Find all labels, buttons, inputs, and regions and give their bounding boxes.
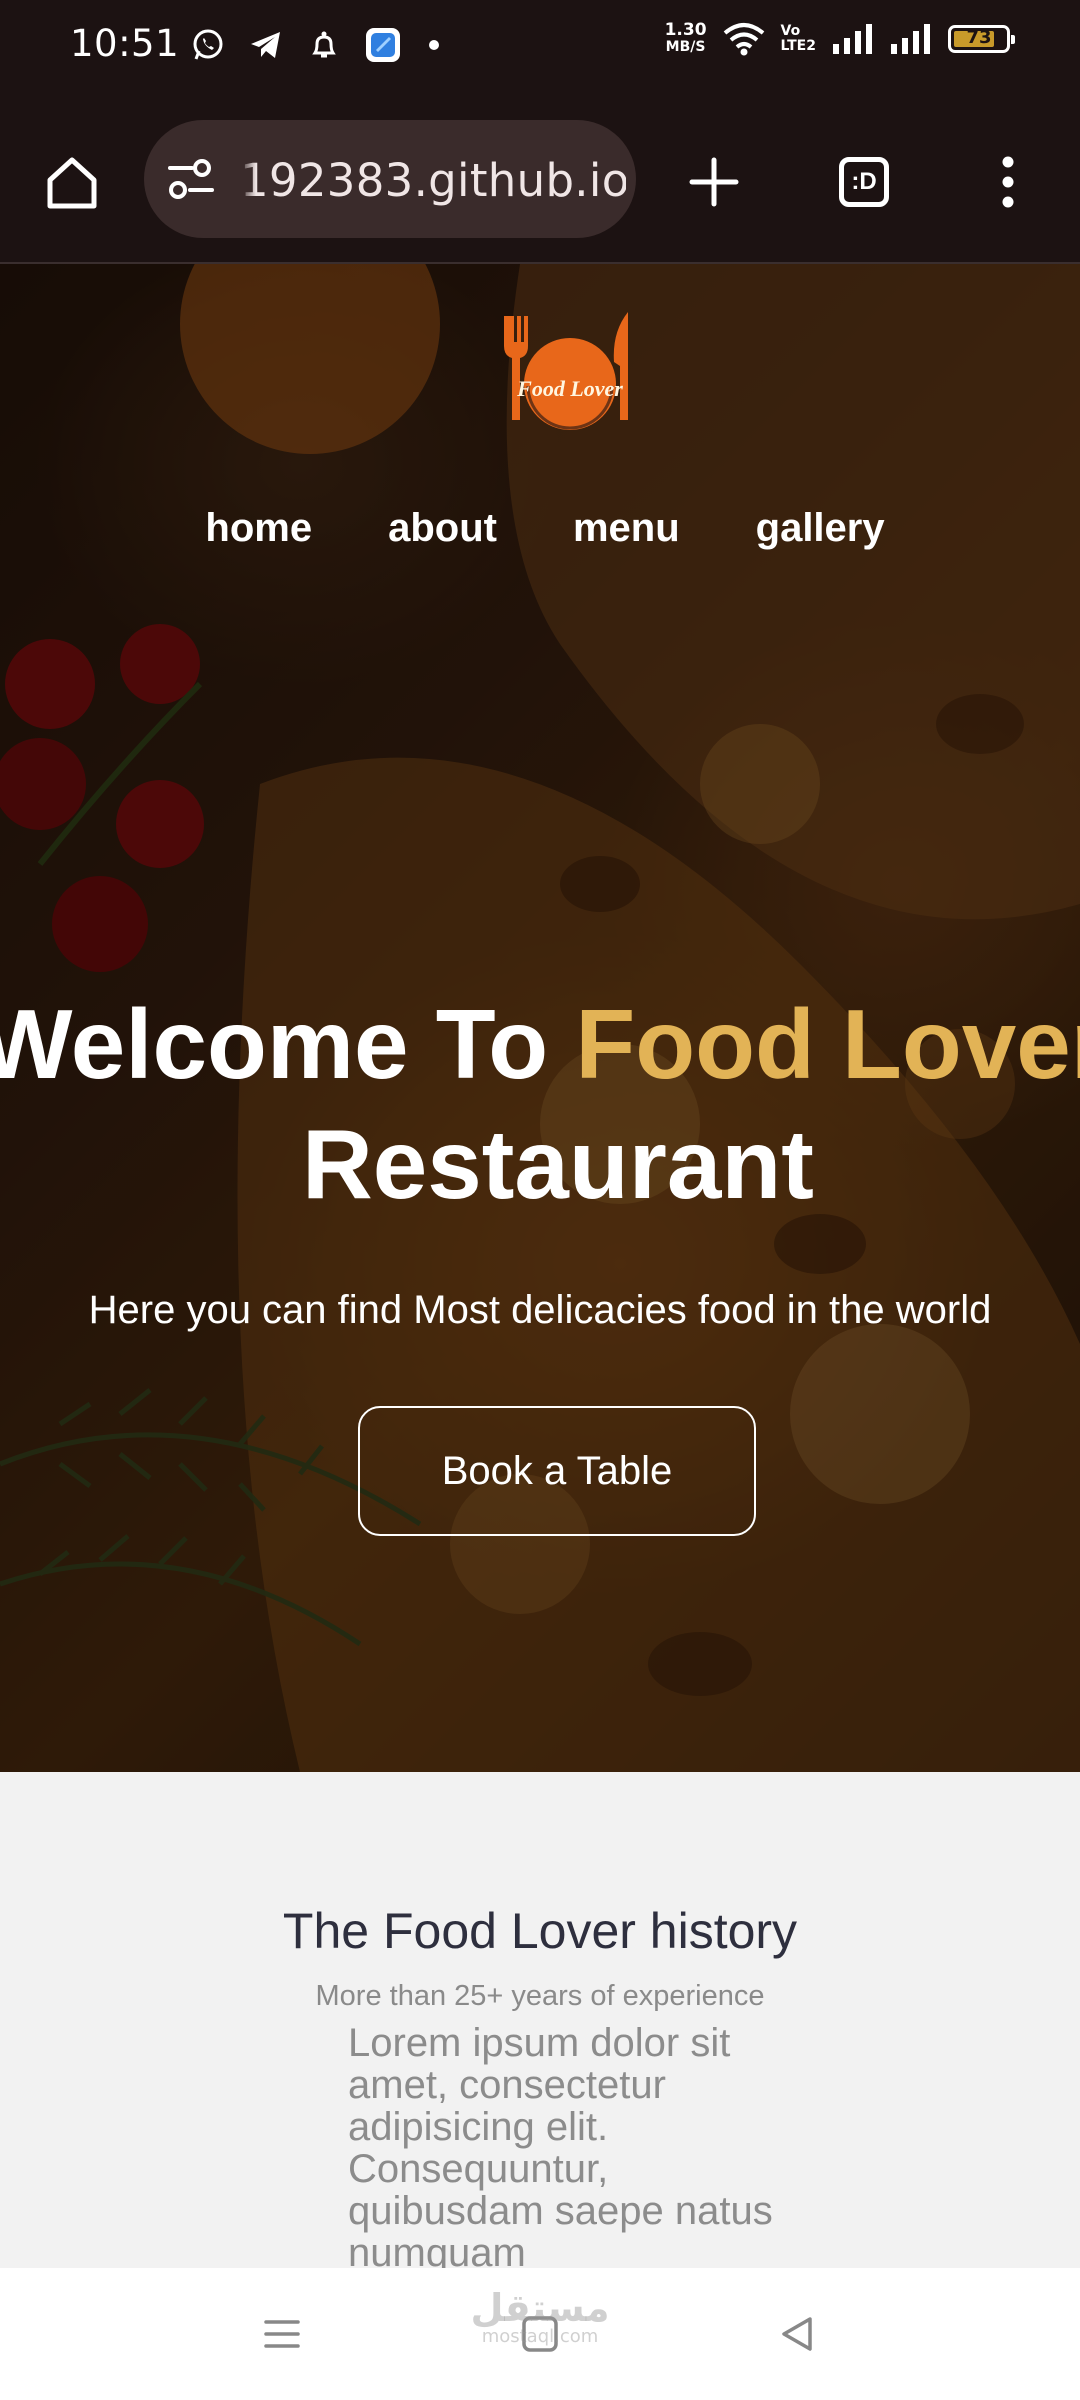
system-back-button[interactable] (762, 2298, 834, 2370)
site-settings-icon[interactable] (164, 152, 218, 206)
watermark-latin: mostaql.com (481, 2326, 599, 2347)
home-icon (47, 157, 97, 209)
hero-title-accent: Food Lover (575, 989, 1080, 1099)
more-vert-icon (1002, 156, 1014, 208)
network-speed-value: 1.30 (664, 20, 707, 40)
hero-subtitle: Here you can find Most delicacies food i… (88, 1288, 992, 1332)
tab-count: :D (851, 168, 877, 195)
app-icon (366, 28, 400, 62)
battery-indicator: 73 (948, 25, 1015, 53)
back-triangle-icon (782, 2317, 812, 2351)
network-speed: 1.30 MB/S (665, 22, 707, 56)
whatsapp-icon (193, 29, 223, 60)
wifi-icon (723, 23, 764, 56)
main-nav: home about menu gallery (0, 506, 1080, 551)
nav-menu[interactable]: menu (563, 506, 680, 551)
dot-icon (429, 40, 439, 50)
phone-screen: 10:51 1.30 MB/S Vo LTE2 73 192383.github… (0, 0, 1080, 2400)
status-time: 10:51 (70, 22, 180, 65)
notification-bell-icon (312, 31, 336, 58)
nav-about[interactable]: about (378, 506, 497, 551)
url-text[interactable]: 192383.github.io (240, 154, 626, 207)
nav-home[interactable]: home (195, 506, 312, 551)
address-bar[interactable]: 192383.github.io (144, 120, 636, 238)
svg-text:Food Lover: Food Lover (516, 376, 623, 401)
food-lover-logo[interactable]: Food Lover (490, 306, 650, 436)
watermark-arabic: مستقل (470, 2286, 610, 2330)
telegram-icon (251, 32, 280, 58)
volte-indicator: Vo LTE2 (781, 24, 816, 54)
new-tab-button[interactable] (672, 140, 756, 224)
system-nav-bar: مستقل mostaql.com (0, 2268, 1080, 2400)
status-right: 1.30 MB/S Vo LTE2 73 (665, 22, 1015, 56)
history-body: Lorem ipsum dolor sit amet, consectetur … (348, 2021, 773, 2268)
tab-switcher-icon: :D (839, 157, 889, 207)
history-subtitle: More than 25+ years of experience (315, 1980, 765, 2012)
volte-top: Vo (780, 23, 801, 39)
hero-title-line2: Restaurant (302, 1109, 814, 1219)
recent-apps-button[interactable] (246, 2298, 318, 2370)
signal-icon-sim2 (891, 24, 930, 54)
notification-icons (190, 26, 444, 64)
browser-menu-button[interactable] (966, 140, 1050, 224)
volte-bottom: LTE2 (780, 38, 816, 54)
browser-toolbar: 192383.github.io :D (0, 96, 1080, 264)
network-speed-unit: MB/S (665, 39, 706, 55)
recent-apps-icon (264, 2320, 300, 2348)
hero-section: Food Lover home about menu gallery Welco… (0, 264, 1080, 1772)
tab-switcher-button[interactable]: :D (822, 140, 906, 224)
signal-icon-sim1 (833, 24, 872, 54)
status-bar: 10:51 1.30 MB/S Vo LTE2 73 (0, 0, 1080, 96)
new-tab-icon (689, 157, 739, 207)
history-title: The Food Lover history (282, 1903, 798, 1959)
hero-title: Welcome To Food Lover Restaurant (0, 984, 1080, 1224)
history-section: The Food Lover history More than 25+ yea… (0, 1772, 1080, 2268)
hero-title-part1: Welcome To (0, 989, 576, 1099)
watermark-logo: مستقل mostaql.com (470, 2288, 610, 2346)
browser-home-button[interactable] (30, 140, 114, 224)
nav-gallery[interactable]: gallery (746, 506, 885, 551)
book-table-button[interactable]: Book a Table (358, 1406, 756, 1536)
battery-level: 73 (966, 27, 992, 48)
